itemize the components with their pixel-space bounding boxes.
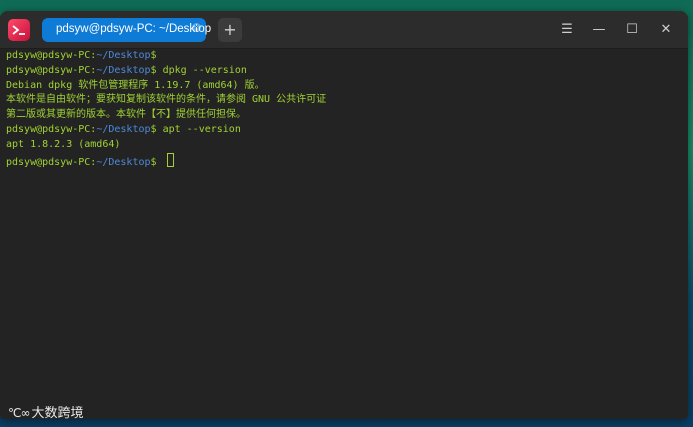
command-text <box>157 157 163 168</box>
prompt-line: pdsyw@pdsyw-PC:~/Desktop$ <box>6 152 682 168</box>
maximize-icon[interactable]: ☐ <box>622 20 642 40</box>
tab-label: pdsyw@pdsyw-PC: ~/Desktop <box>56 23 212 35</box>
output-text: 本软件是自由软件；要获知复制该软件的条件，请参阅 GNU 公共许可证 <box>6 94 327 106</box>
close-icon[interactable]: ✕ <box>656 20 676 40</box>
output-line: 第二版或其更新的版本。本软件【不】提供任何担保。 <box>6 108 682 123</box>
output-line: apt 1.8.2.3 (amd64) <box>6 138 682 153</box>
output-line: 本软件是自由软件；要获知复制该软件的条件，请参阅 GNU 公共许可证 <box>6 93 682 108</box>
output-line: Debian dpkg 软件包管理程序 1.19.7 (amd64) 版。 <box>6 79 682 94</box>
terminal-output[interactable]: pdsyw@pdsyw-PC:~/Desktop$ pdsyw@pdsyw-PC:… <box>0 49 688 419</box>
prompt-symbol: $ <box>150 50 157 61</box>
text-cursor <box>166 152 174 167</box>
prompt-path: ~/Desktop <box>96 123 151 135</box>
minimize-icon[interactable]: — <box>589 20 609 40</box>
terminal-window: pdsyw@pdsyw-PC: ~/Desktop ✕ + ☰ — ☐ ✕ pd… <box>0 11 688 419</box>
prompt-user: pdsyw@pdsyw-PC <box>6 64 91 76</box>
prompt-line: pdsyw@pdsyw-PC:~/Desktop$ apt --version <box>6 123 682 138</box>
prompt-line: pdsyw@pdsyw-PC:~/Desktop$ <box>6 49 682 64</box>
watermark-text: 大数跨境 <box>31 406 84 421</box>
command-text: apt --version <box>156 123 241 135</box>
add-tab-button[interactable]: + <box>218 18 242 42</box>
tab-active[interactable]: pdsyw@pdsyw-PC: ~/Desktop ✕ <box>42 18 211 42</box>
output-text: apt 1.8.2.3 (amd64) <box>6 138 121 150</box>
prompt-user: pdsyw@pdsyw-PC <box>6 156 91 168</box>
menu-icon[interactable]: ☰ <box>557 20 577 40</box>
tab-close-icon[interactable]: ✕ <box>192 23 201 32</box>
prompt-path: ~/Desktop <box>96 64 151 76</box>
output-text: 第二版或其更新的版本。本软件【不】提供任何担保。 <box>6 109 246 121</box>
command-text: dpkg --version <box>156 64 247 76</box>
prompt-path: ~/Desktop <box>96 156 151 168</box>
output-text: Debian dpkg 软件包管理程序 1.19.7 (amd64) 版。 <box>6 79 265 91</box>
prompt-path: ~/Desktop <box>96 50 151 61</box>
prompt-user: pdsyw@pdsyw-PC <box>6 50 91 61</box>
terminal-app-icon[interactable] <box>8 19 30 41</box>
watermark-logo: ℃∞ <box>8 406 31 420</box>
prompt-user: pdsyw@pdsyw-PC <box>6 123 91 135</box>
prompt-line: pdsyw@pdsyw-PC:~/Desktop$ dpkg --version <box>6 64 682 79</box>
title-bar: pdsyw@pdsyw-PC: ~/Desktop ✕ + ☰ — ☐ ✕ <box>0 11 688 49</box>
watermark: ℃∞ 大数跨境 <box>8 402 84 421</box>
